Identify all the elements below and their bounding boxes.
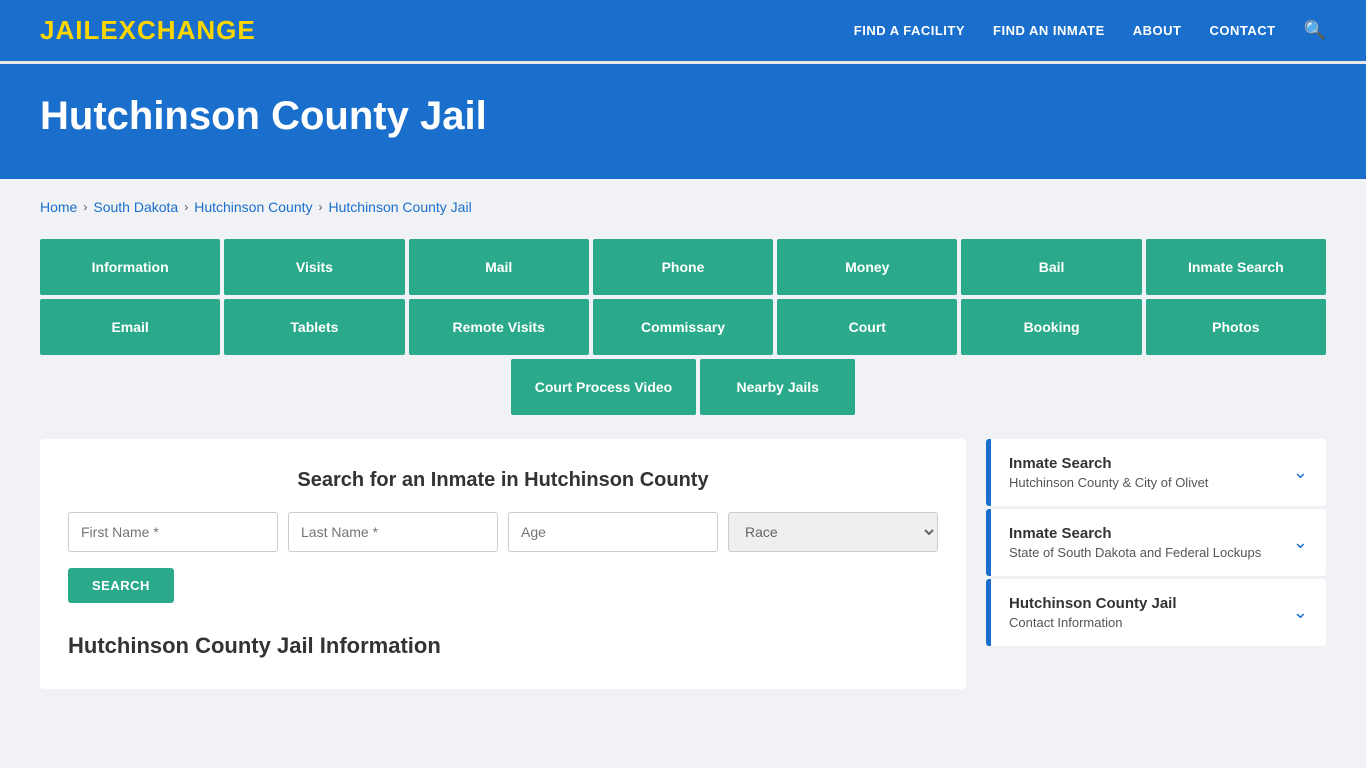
search-button[interactable]: SEARCH: [68, 568, 174, 603]
lower-section: Search for an Inmate in Hutchinson Count…: [40, 439, 1326, 689]
chevron-down-icon-3: ⌄: [1293, 602, 1308, 623]
tile-visits[interactable]: Visits: [224, 239, 404, 295]
breadcrumb-sep-3: ›: [319, 200, 323, 214]
tile-photos[interactable]: Photos: [1146, 299, 1326, 355]
tile-grid-row3: Court Process Video Nearby Jails: [40, 359, 1326, 415]
sidebar-card-contact-title: Hutchinson County Jail: [1009, 595, 1177, 612]
sidebar-card-local-subtitle: Hutchinson County & City of Olivet: [1009, 475, 1208, 490]
tile-email[interactable]: Email: [40, 299, 220, 355]
search-form: Race: [68, 512, 938, 552]
tile-grid-row2: Email Tablets Remote Visits Commissary C…: [40, 299, 1326, 355]
content-wrapper: Home › South Dakota › Hutchinson County …: [0, 179, 1366, 729]
tile-booking[interactable]: Booking: [961, 299, 1141, 355]
hero-section: Hutchinson County Jail: [0, 64, 1366, 179]
navbar: JAILEXCHANGE FIND A FACILITY FIND AN INM…: [0, 0, 1366, 64]
nav-item-about[interactable]: ABOUT: [1133, 22, 1182, 40]
breadcrumb-sep-1: ›: [83, 200, 87, 214]
nav-links: FIND A FACILITY FIND AN INMATE ABOUT CON…: [854, 20, 1326, 41]
breadcrumb-south-dakota[interactable]: South Dakota: [93, 199, 178, 215]
last-name-input[interactable]: [288, 512, 498, 552]
tile-remote-visits[interactable]: Remote Visits: [409, 299, 589, 355]
sidebar-card-state: Inmate Search State of South Dakota and …: [986, 509, 1326, 576]
sidebar-card-contact-text: Hutchinson County Jail Contact Informati…: [1009, 595, 1177, 630]
tile-commissary[interactable]: Commissary: [593, 299, 773, 355]
breadcrumb-sep-2: ›: [184, 200, 188, 214]
sidebar-card-state-title: Inmate Search: [1009, 525, 1261, 542]
tile-money[interactable]: Money: [777, 239, 957, 295]
logo-part1: JAIL: [40, 15, 100, 45]
nav-item-contact[interactable]: CONTACT: [1209, 22, 1275, 40]
first-name-input[interactable]: [68, 512, 278, 552]
tile-bail[interactable]: Bail: [961, 239, 1141, 295]
tile-nearby-jails[interactable]: Nearby Jails: [700, 359, 855, 415]
sidebar: Inmate Search Hutchinson County & City o…: [986, 439, 1326, 649]
jail-info-heading: Hutchinson County Jail Information: [68, 633, 938, 659]
breadcrumb-hutchinson-county[interactable]: Hutchinson County: [194, 199, 312, 215]
nav-item-find-facility[interactable]: FIND A FACILITY: [854, 22, 965, 40]
tile-tablets[interactable]: Tablets: [224, 299, 404, 355]
breadcrumb-hutchinson-county-jail[interactable]: Hutchinson County Jail: [329, 199, 472, 215]
breadcrumb: Home › South Dakota › Hutchinson County …: [40, 199, 1326, 215]
race-select[interactable]: Race: [728, 512, 938, 552]
chevron-down-icon: ⌄: [1293, 462, 1308, 483]
sidebar-card-contact-subtitle: Contact Information: [1009, 615, 1177, 630]
sidebar-card-contact: Hutchinson County Jail Contact Informati…: [986, 579, 1326, 646]
tile-grid-row1: Information Visits Mail Phone Money Bail…: [40, 239, 1326, 295]
search-icon[interactable]: 🔍: [1304, 20, 1326, 41]
sidebar-card-state-text: Inmate Search State of South Dakota and …: [1009, 525, 1261, 560]
logo-part2: EXCHANGE: [100, 15, 255, 45]
nav-item-find-inmate[interactable]: FIND AN INMATE: [993, 22, 1105, 40]
chevron-down-icon-2: ⌄: [1293, 532, 1308, 553]
sidebar-card-local-title: Inmate Search: [1009, 455, 1208, 472]
search-title: Search for an Inmate in Hutchinson Count…: [68, 469, 938, 492]
tile-inmate-search[interactable]: Inmate Search: [1146, 239, 1326, 295]
tile-information[interactable]: Information: [40, 239, 220, 295]
tile-phone[interactable]: Phone: [593, 239, 773, 295]
age-input[interactable]: [508, 512, 718, 552]
page-title: Hutchinson County Jail: [40, 94, 1326, 139]
sidebar-card-state-header[interactable]: Inmate Search State of South Dakota and …: [991, 509, 1326, 576]
sidebar-card-local: Inmate Search Hutchinson County & City o…: [986, 439, 1326, 506]
tile-court-process-video[interactable]: Court Process Video: [511, 359, 696, 415]
breadcrumb-home[interactable]: Home: [40, 199, 77, 215]
inmate-search-panel: Search for an Inmate in Hutchinson Count…: [40, 439, 966, 689]
tile-mail[interactable]: Mail: [409, 239, 589, 295]
sidebar-card-local-header[interactable]: Inmate Search Hutchinson County & City o…: [991, 439, 1326, 506]
sidebar-card-state-subtitle: State of South Dakota and Federal Lockup…: [1009, 545, 1261, 560]
sidebar-card-local-text: Inmate Search Hutchinson County & City o…: [1009, 455, 1208, 490]
brand-logo[interactable]: JAILEXCHANGE: [40, 15, 256, 46]
tile-court[interactable]: Court: [777, 299, 957, 355]
sidebar-card-contact-header[interactable]: Hutchinson County Jail Contact Informati…: [991, 579, 1326, 646]
